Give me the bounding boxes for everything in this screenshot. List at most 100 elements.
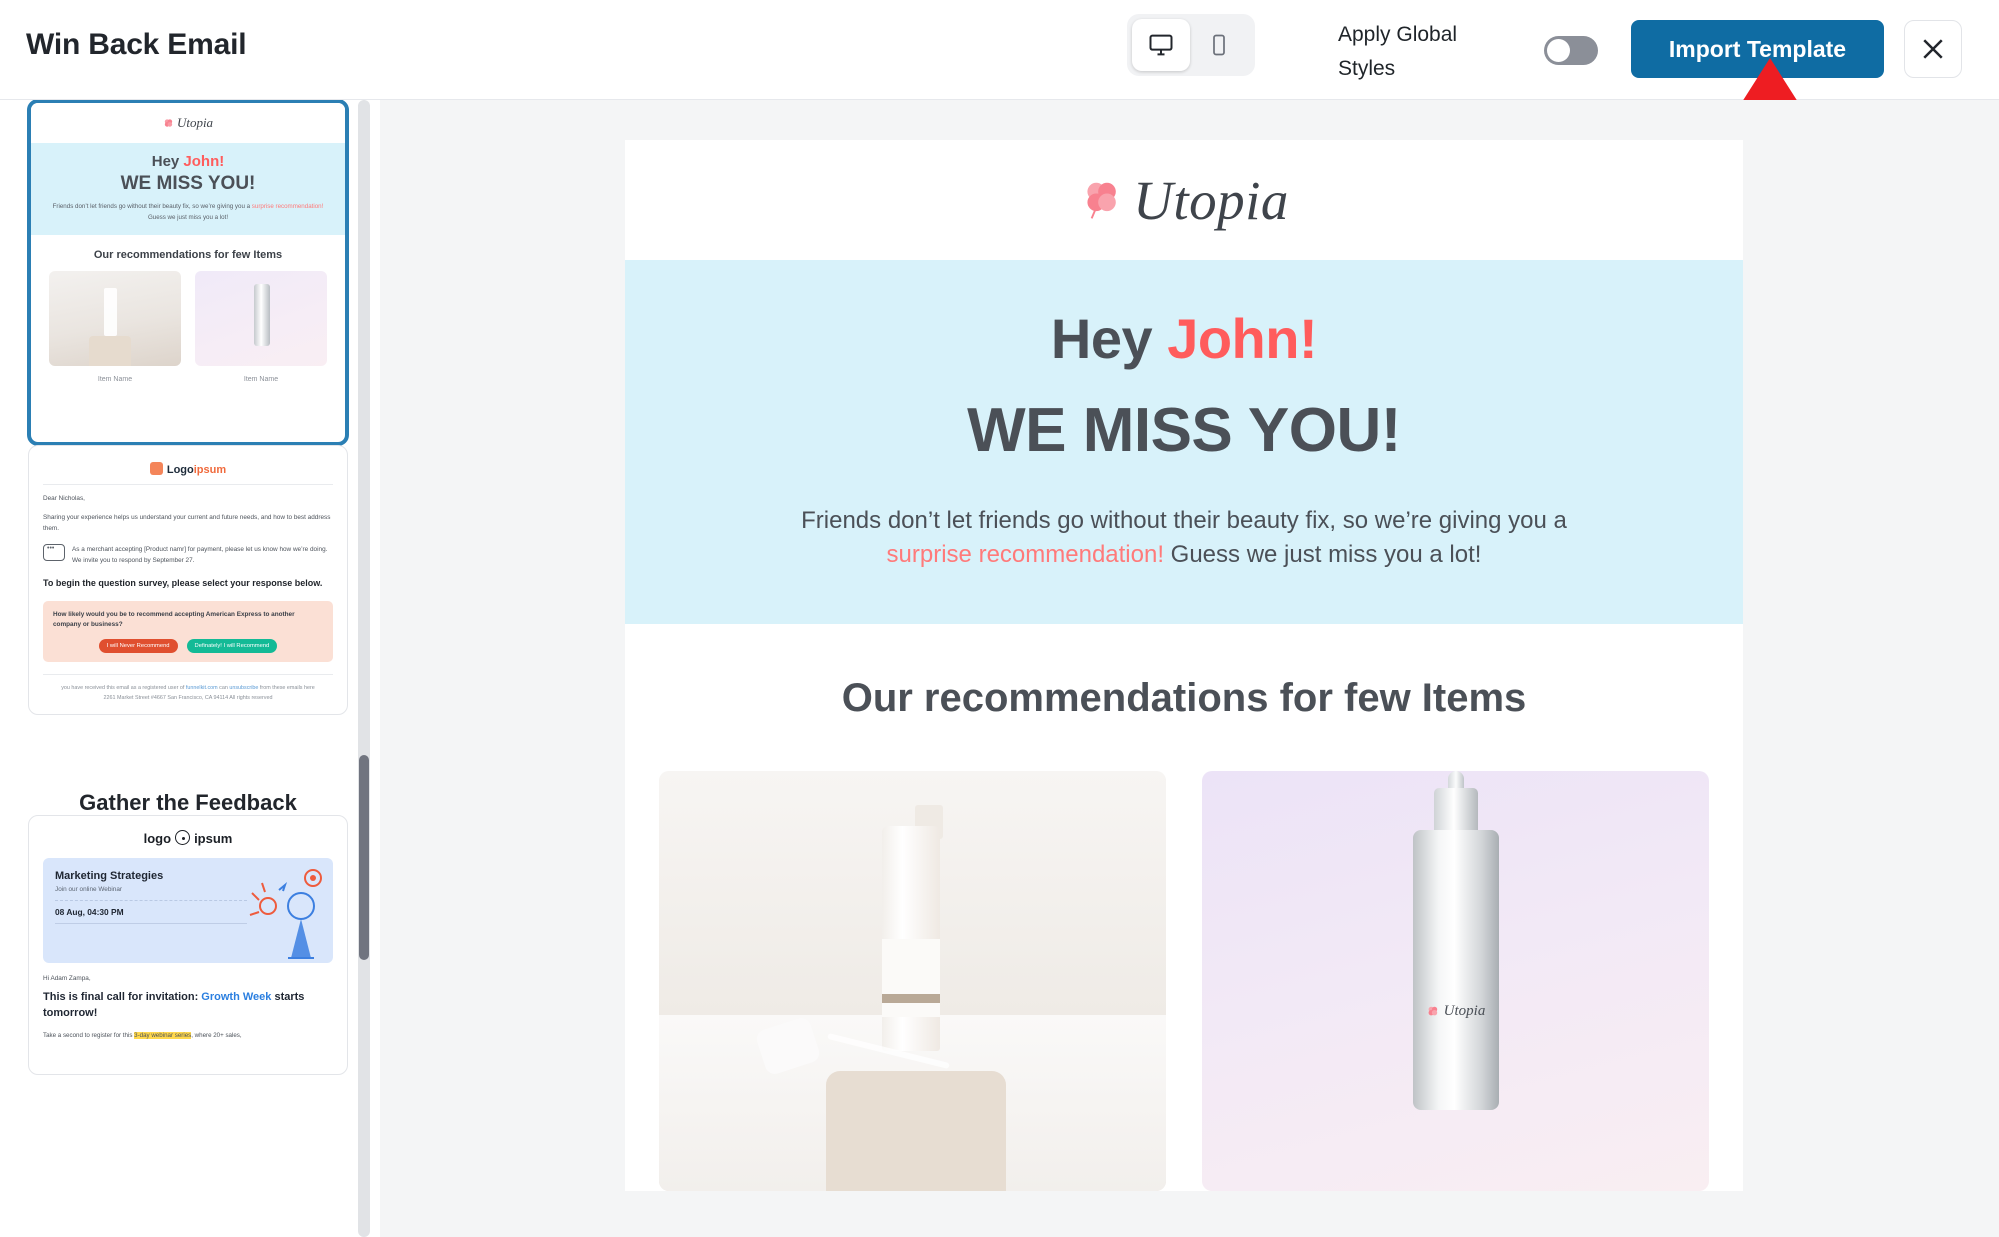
toggle-knob	[1547, 39, 1570, 62]
thumb2-footer-link-unsubscribe[interactable]: unsubscribe	[229, 685, 258, 691]
product-image-left	[659, 771, 1166, 1192]
hero-greeting: Hey John!	[625, 306, 1743, 371]
thumb1-logo: Utopia	[31, 103, 345, 143]
sidebar-scrollbar-thumb[interactable]	[359, 755, 369, 960]
thumb1-logo-word: Utopia	[176, 115, 214, 130]
hero-headline: WE MISS YOU!	[967, 396, 1401, 465]
thumb1-body-accent: surprise recommendation!	[251, 203, 324, 210]
thumb2-greeting: Dear Nicholas,	[43, 495, 85, 502]
thumb1-caption-right: Item Name	[243, 376, 279, 384]
email-hero-section: Hey John! WE MISS YOU! Friends don’t let…	[625, 260, 1743, 625]
thumb3-paragraph-1: Take a second to register for this	[43, 1031, 135, 1039]
desktop-monitor-icon	[1149, 34, 1173, 56]
thumb2-logo: Logoipsum	[43, 456, 333, 485]
thumb1-rec-title: Our recommendations for few Items	[31, 235, 345, 272]
hero-greeting-prefix: Hey	[1050, 307, 1168, 370]
thumb2-survey-buttons: I will Never Recommend Definately! I wil…	[53, 638, 323, 653]
thumb2-logo-main: Logo	[166, 464, 194, 476]
mobile-phone-icon	[1213, 34, 1225, 56]
thumb2-survey-box: How likely would you be to recommend acc…	[43, 600, 333, 662]
hero-body-text: Friends don’t let friends go without the…	[789, 504, 1579, 572]
app-header: Win Back Email Apply Global Styles Impor…	[0, 0, 1999, 213]
clover-flower-icon	[1087, 182, 1116, 219]
thumb1-product-grid	[31, 271, 345, 373]
thumb2-cta: To begin the question survey, please sel…	[43, 578, 323, 589]
thumb3-headline-1: This is final call for invitation:	[43, 991, 202, 1003]
import-template-button[interactable]: Import Template	[1631, 20, 1884, 78]
thumb1-body: Friends don’t let friends go without the…	[43, 202, 333, 223]
thumb1-miss: WE MISS YOU!	[120, 173, 256, 194]
thumb3-headline: This is final call for invitation: Growt…	[43, 990, 333, 1022]
thumb3-paragraph-highlight: 3-day webinar series	[134, 1031, 192, 1039]
product-grid: Utopia	[625, 721, 1743, 1192]
hero-body-part-2: Guess we just miss you a lot!	[1164, 541, 1482, 569]
thumb1-body-1: Friends don’t let friends go without the…	[52, 203, 252, 210]
photo-bottle-label: Utopia	[1413, 990, 1499, 1034]
thumb3-paragraph-2: , where 20+ sales,	[191, 1031, 242, 1039]
webinar-person-illustration-icon	[249, 869, 322, 959]
thumb2-footer-1: you have received this email as a regist…	[61, 684, 186, 691]
thumb2-will-recommend-button[interactable]: Definately! I will Recommend	[186, 638, 278, 653]
clover-flower-icon	[1428, 1006, 1437, 1015]
thumb1-body-2: Guess we just miss you a lot!	[147, 213, 229, 221]
product-image-right: Utopia	[1202, 771, 1709, 1192]
close-button[interactable]	[1904, 20, 1962, 78]
thumb2-never-recommend-button[interactable]: I will Never Recommend	[98, 638, 178, 653]
thumb2-intro: Sharing your experience helps us underst…	[43, 514, 331, 533]
brand-logo: Utopia	[1079, 169, 1289, 232]
thumb3-logo: logo ipsum	[43, 828, 333, 858]
thumb2-footer-link-site[interactable]: funnelkit.com	[186, 685, 218, 691]
thumb1-caption-left: Item Name	[97, 376, 133, 384]
thumb2-question: How likely would you be to recommend acc…	[53, 610, 295, 629]
thumb1-product-image-left	[49, 271, 181, 367]
photo-stone-prop	[826, 1071, 1007, 1192]
thumb2-note-row: As a merchant accepting [Product namr] f…	[43, 543, 333, 566]
email-preview-canvas: Utopia Hey John! WE MISS YOU! Friends do…	[380, 100, 1999, 1237]
template-thumbnail-webinar-invitation[interactable]: logo ipsum Marketing Strategies Join our …	[28, 815, 348, 1075]
email-logo-header: Utopia	[625, 140, 1743, 260]
thumb1-captions: Item Name Item Name	[31, 372, 345, 394]
thumb3-webinar-card: Marketing Strategies Join our online Web…	[43, 858, 333, 963]
device-preview-toggle-group[interactable]	[1127, 14, 1255, 76]
page-title: Win Back Email	[26, 28, 247, 61]
thumb1-hey: Hey John!	[43, 153, 333, 170]
thumb1-hey-prefix: Hey	[151, 153, 184, 170]
logoipsum-icon	[149, 462, 163, 475]
thumb2-logo-accent: ipsum	[193, 464, 227, 476]
photo-bottle-body	[1412, 829, 1499, 1110]
hero-greeting-name: John!	[1167, 307, 1318, 370]
desktop-preview-button[interactable]	[1132, 19, 1190, 71]
thumb1-hero: Hey John! WE MISS YOU! Friends don’t let…	[31, 143, 345, 236]
thumb2-footer-2: can	[217, 684, 230, 691]
apply-global-styles-label: Apply Global Styles	[1338, 23, 1458, 80]
globe-ring-icon	[175, 830, 191, 845]
template-label-gather-the-feedback: Gather the Feedback	[79, 790, 297, 815]
hero-body-part-1: Friends don’t let friends go without the…	[801, 507, 1567, 534]
recommendations-title: Our recommendations for few Items	[625, 624, 1743, 722]
photo-bottle-label	[882, 939, 941, 1018]
chat-bubble-icon	[43, 543, 65, 561]
sidebar-scrollbar-track[interactable]	[358, 100, 370, 1237]
apply-global-styles-toggle[interactable]	[1544, 36, 1598, 65]
template-thumbnail-gather-the-feedback[interactable]: Logoipsum Dear Nicholas, Sharing your ex…	[28, 445, 348, 715]
thumb1-hey-name: John!	[183, 153, 225, 170]
thumb2-note-text: As a merchant accepting [Product namr] f…	[72, 545, 328, 564]
mobile-preview-button[interactable]	[1190, 19, 1248, 71]
thumb3-logo-left: logo	[143, 831, 172, 846]
thumb2-footer-address: 2261 Market Street #4667 San Francisco, …	[103, 694, 273, 701]
divider	[55, 900, 247, 901]
template-thumbnail-win-back-email[interactable]: Utopia Hey John! WE MISS YOU! Friends do…	[28, 100, 348, 445]
thumb3-paragraph: Take a second to register for this 3-day…	[43, 1030, 333, 1041]
email-document: Utopia Hey John! WE MISS YOU! Friends do…	[625, 140, 1743, 1192]
thumb3-logo-right: ipsum	[194, 831, 233, 846]
divider	[55, 923, 247, 924]
close-x-icon	[1923, 39, 1943, 59]
clover-flower-icon	[164, 118, 173, 127]
thumb1-product-image-right	[195, 271, 327, 367]
thumb2-footer: you have received this email as a regist…	[43, 673, 333, 704]
thumb3-greeting: Hi Adam Zampa,	[43, 975, 91, 982]
photo-bottle-band	[882, 993, 941, 1003]
photo-bottle-brand: Utopia	[1443, 1003, 1486, 1020]
thumb3-headline-accent: Growth Week	[201, 991, 272, 1003]
brand-logo-word: Utopia	[1133, 169, 1289, 231]
